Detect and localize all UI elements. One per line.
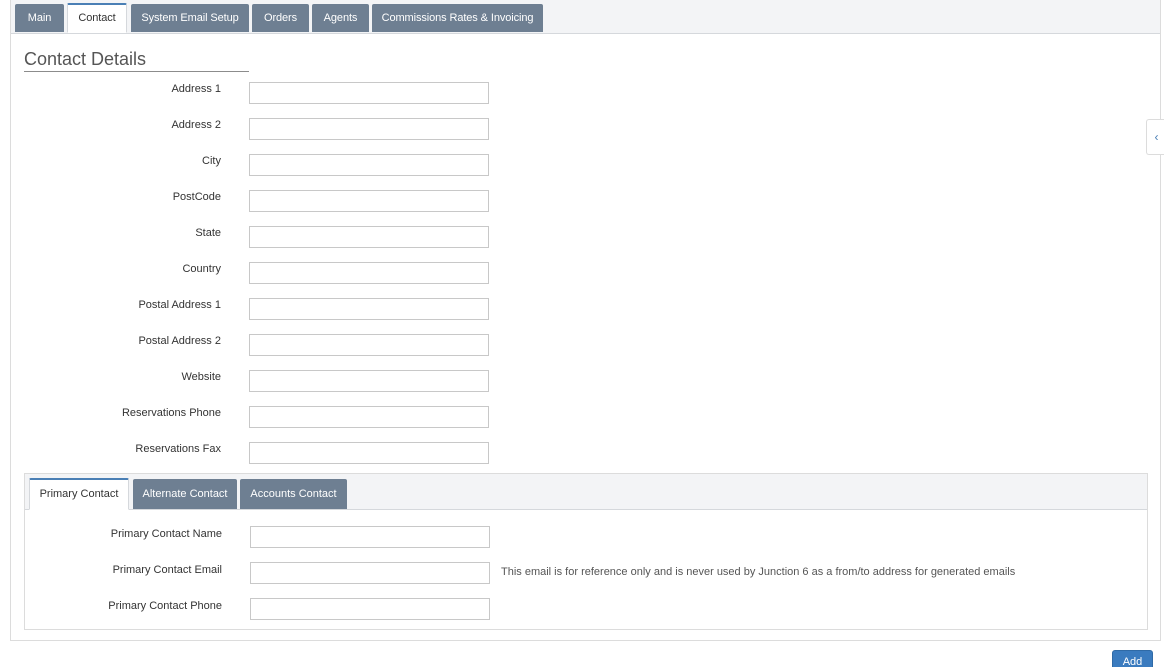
postcode-label: PostCode	[172, 191, 221, 203]
contact-tab-bar: Primary Contact Alternate Contact Accoun…	[25, 474, 1147, 510]
postcode-input[interactable]	[249, 190, 489, 212]
add-button[interactable]: Add	[1112, 650, 1153, 667]
city-label: City	[202, 155, 221, 167]
website-input[interactable]	[249, 370, 489, 392]
tab-commissions-rates-invoicing[interactable]: Commissions Rates & Invoicing	[372, 4, 543, 32]
address-1-label: Address 1	[171, 83, 221, 95]
country-label: Country	[182, 263, 221, 275]
website-label: Website	[181, 371, 221, 383]
email-reference-hint: This email is for reference only and is …	[501, 566, 1016, 578]
postal-address-2-input[interactable]	[249, 334, 489, 356]
reservations-fax-label: Reservations Fax	[135, 443, 221, 455]
primary-contact-email-input[interactable]	[250, 562, 490, 584]
address-2-input[interactable]	[249, 118, 489, 140]
address-2-label: Address 2	[171, 119, 221, 131]
main-panel: Main Contact System Email Setup Orders A…	[10, 0, 1161, 641]
primary-contact-phone-label: Primary Contact Phone	[108, 600, 222, 612]
reservations-phone-label: Reservations Phone	[121, 407, 221, 419]
state-label: State	[195, 227, 221, 239]
country-input[interactable]	[249, 262, 489, 284]
main-tab-bar: Main Contact System Email Setup Orders A…	[11, 0, 1160, 34]
primary-contact-name-input[interactable]	[250, 526, 490, 548]
side-panel-toggle[interactable]: ‹	[1146, 119, 1164, 155]
primary-contact-email-label: Primary Contact Email	[112, 564, 222, 576]
reservations-phone-input[interactable]	[249, 406, 489, 428]
postal-address-2-label: Postal Address 2	[138, 335, 221, 347]
tab-alternate-contact[interactable]: Alternate Contact	[133, 479, 237, 509]
postal-address-1-label: Postal Address 1	[138, 299, 221, 311]
tab-primary-contact[interactable]: Primary Contact	[29, 478, 129, 510]
chevron-left-icon: ‹	[1154, 130, 1159, 144]
postal-address-1-input[interactable]	[249, 298, 489, 320]
state-input[interactable]	[249, 226, 489, 248]
tab-contact[interactable]: Contact	[67, 3, 127, 33]
tab-system-email-setup[interactable]: System Email Setup	[131, 4, 249, 32]
primary-contact-phone-input[interactable]	[250, 598, 490, 620]
tab-orders[interactable]: Orders	[252, 4, 309, 32]
tab-accounts-contact[interactable]: Accounts Contact	[240, 479, 347, 509]
tab-main[interactable]: Main	[15, 4, 64, 32]
primary-contact-name-label: Primary Contact Name	[110, 528, 222, 540]
reservations-fax-input[interactable]	[249, 442, 489, 464]
city-input[interactable]	[249, 154, 489, 176]
address-1-input[interactable]	[249, 82, 489, 104]
contact-details-title: Contact Details	[24, 49, 249, 72]
tab-agents[interactable]: Agents	[312, 4, 369, 32]
contact-subpanel: Primary Contact Alternate Contact Accoun…	[24, 473, 1148, 630]
